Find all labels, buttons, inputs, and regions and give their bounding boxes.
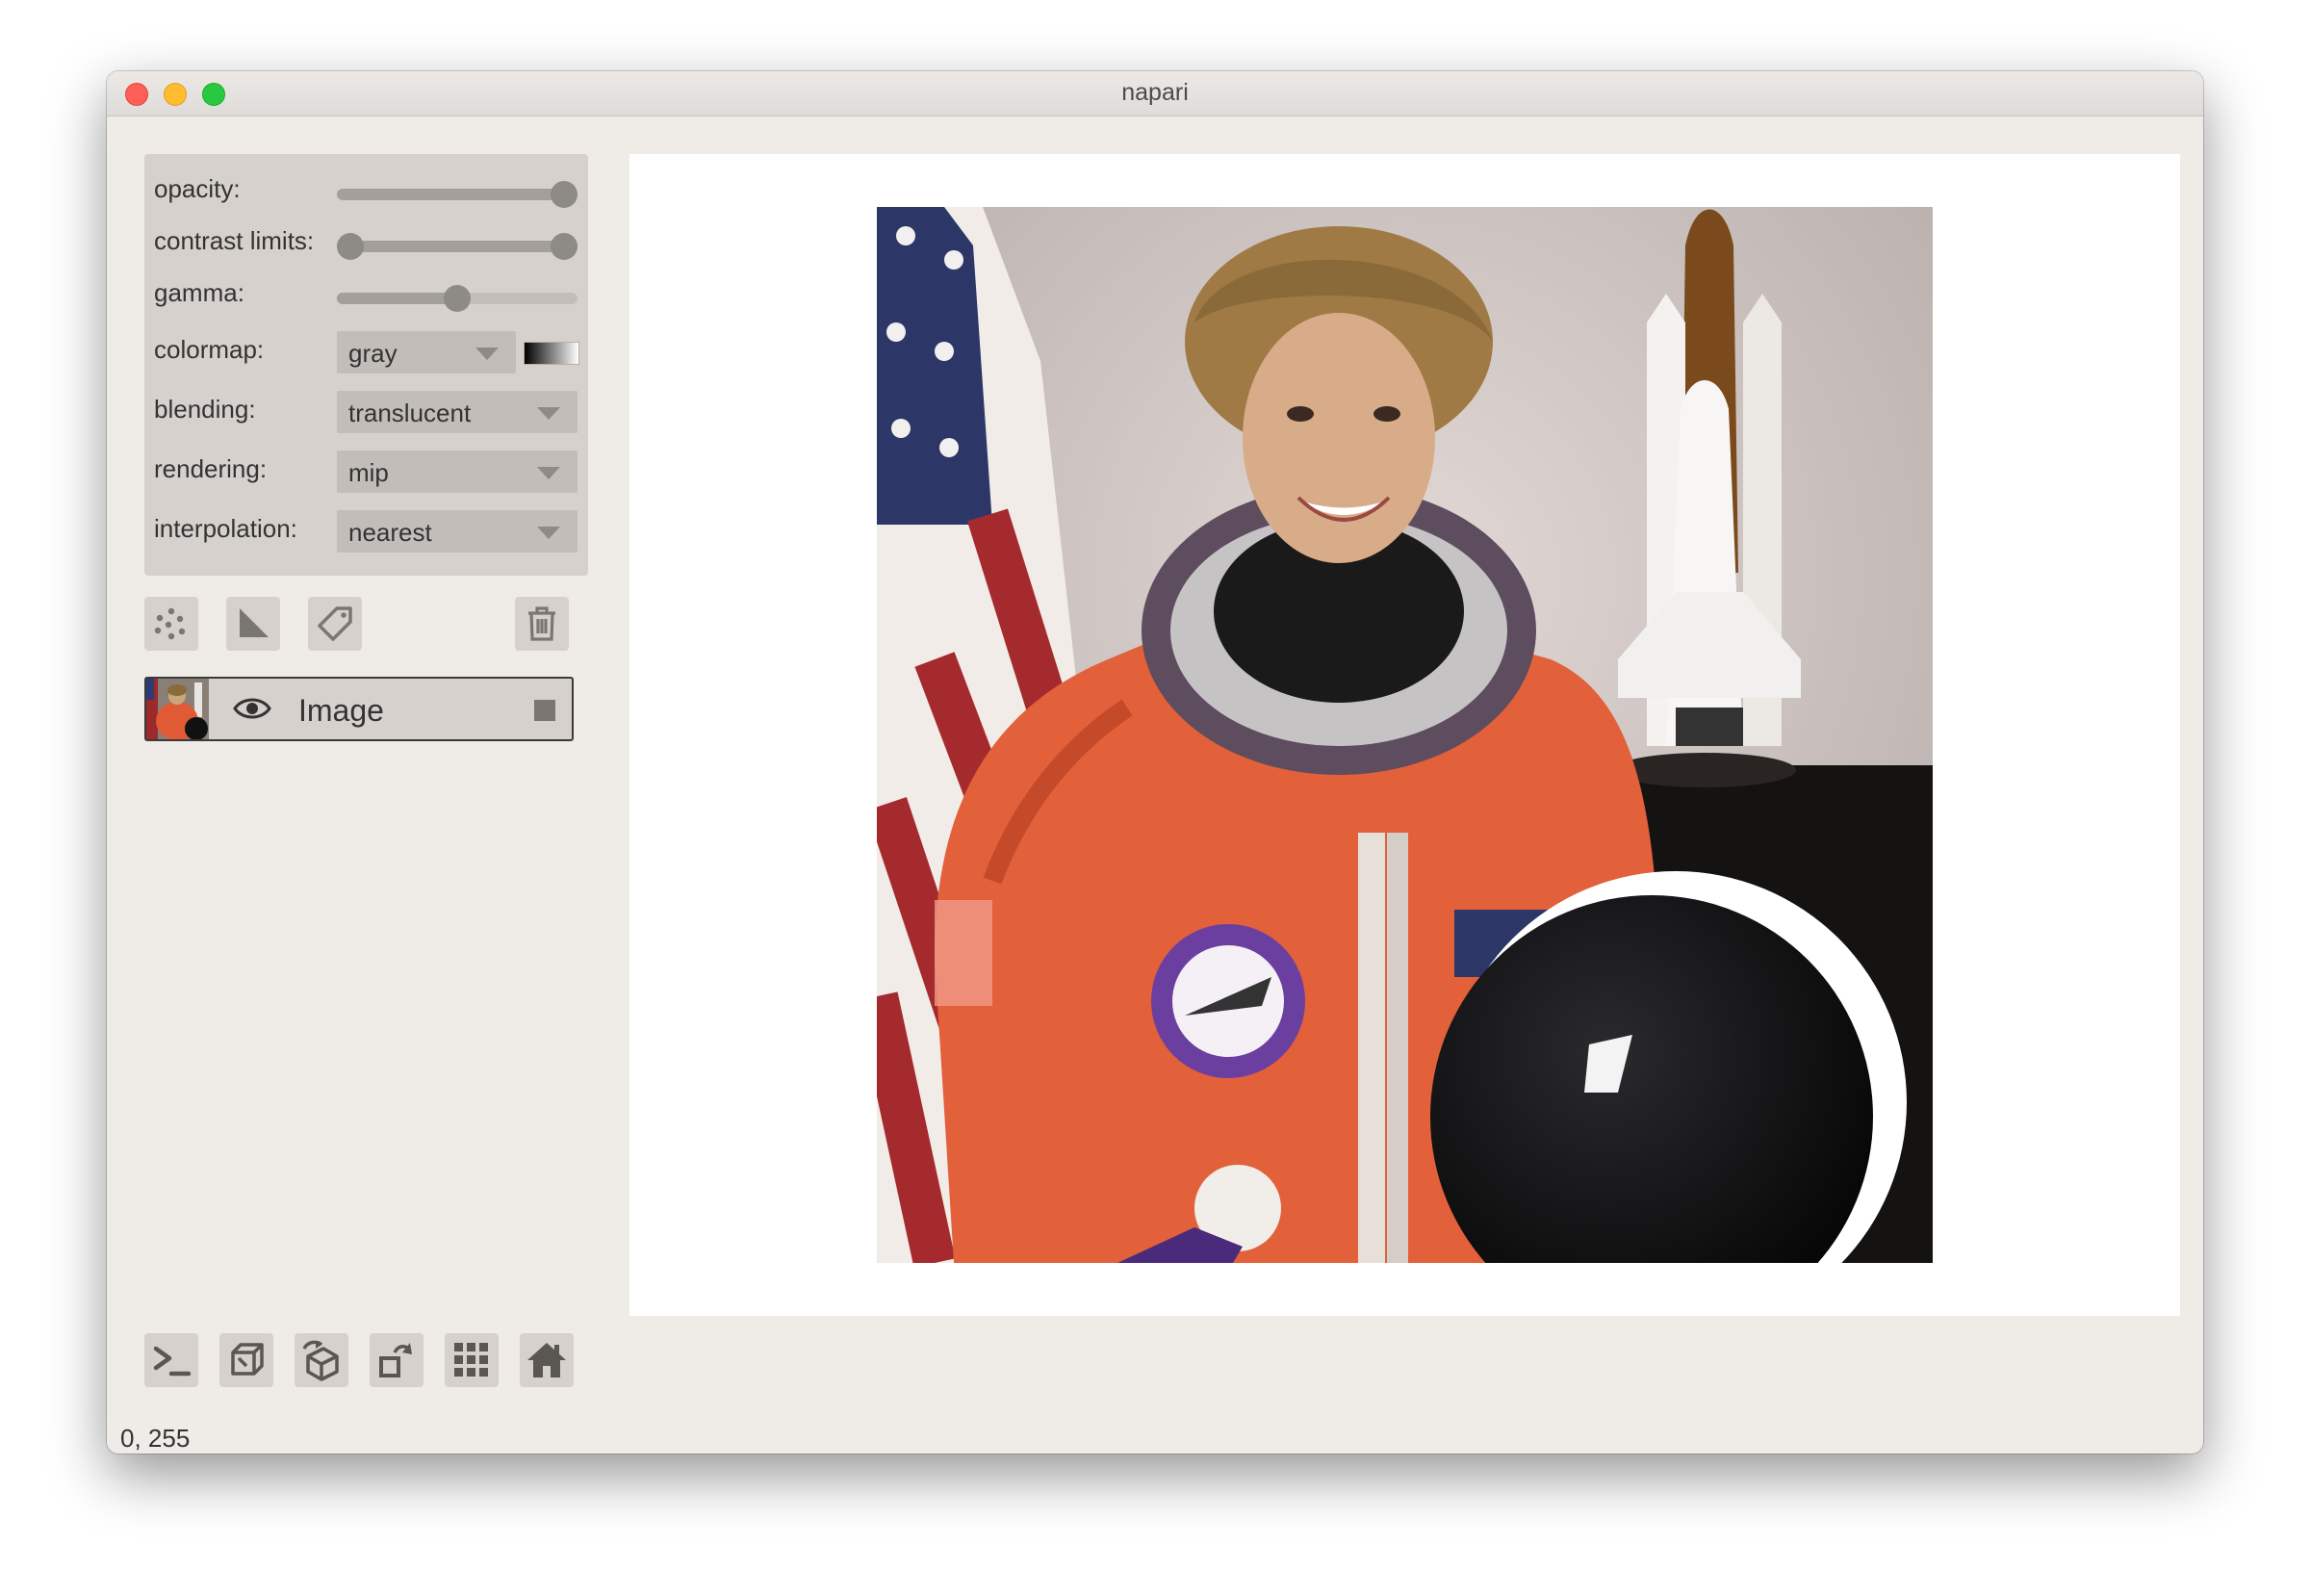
new-shapes-icon: [240, 608, 269, 637]
colormap-value: gray: [348, 339, 398, 368]
rendering-select[interactable]: mip: [337, 450, 578, 493]
gamma-label: gamma:: [154, 278, 244, 307]
home-icon: [527, 1343, 566, 1377]
interpolation-label: interpolation:: [154, 514, 297, 543]
rendering-label: rendering:: [154, 454, 268, 483]
chevron-down-icon: [537, 527, 560, 539]
blending-select[interactable]: translucent: [337, 391, 578, 433]
layer-name[interactable]: Image: [298, 693, 384, 729]
colormap-preview: [524, 342, 579, 365]
contrast-limits-slider[interactable]: [337, 233, 578, 260]
new-labels-button[interactable]: [308, 597, 362, 651]
window-title: napari: [1121, 79, 1189, 106]
gamma-slider-fill: [337, 293, 457, 304]
ndisplay-3d-icon: [231, 1343, 264, 1376]
blending-value: translucent: [348, 399, 472, 427]
interpolation-value: nearest: [348, 518, 432, 547]
opacity-slider[interactable]: [337, 181, 578, 208]
toggle-ndisplay-button[interactable]: [219, 1333, 273, 1387]
grid-view-icon: [454, 1343, 488, 1377]
layer-list-item[interactable]: Image: [144, 677, 574, 741]
delete-layer-button[interactable]: [515, 597, 569, 651]
trash-icon: [528, 606, 555, 641]
contrast-limits-max-handle[interactable]: [551, 233, 578, 260]
console-icon: [153, 1346, 192, 1377]
transpose-dims-button[interactable]: [370, 1333, 424, 1387]
layer-type-square-icon: [534, 700, 555, 721]
blending-label: blending:: [154, 395, 256, 424]
new-labels-icon: [318, 606, 352, 641]
roll-dims-icon: [302, 1340, 339, 1381]
chevron-down-icon: [475, 348, 499, 360]
eye-icon[interactable]: [233, 694, 271, 723]
napari-window: napari opacity: contrast limits: gamma: …: [107, 71, 2203, 1454]
colormap-label: colormap:: [154, 335, 265, 364]
gamma-slider[interactable]: [337, 285, 578, 312]
contrast-limits-min-handle[interactable]: [337, 233, 364, 260]
chevron-down-icon: [537, 467, 560, 479]
opacity-slider-handle[interactable]: [551, 181, 578, 208]
console-button[interactable]: [144, 1333, 198, 1387]
opacity-label: opacity:: [154, 174, 241, 203]
layer-controls-panel: opacity: contrast limits: gamma: colorma…: [144, 154, 588, 576]
roll-dims-button[interactable]: [295, 1333, 348, 1387]
colormap-select[interactable]: gray: [337, 331, 516, 373]
chevron-down-icon: [537, 407, 560, 420]
status-bar-text: 0, 255: [120, 1424, 191, 1453]
interpolation-select[interactable]: nearest: [337, 510, 578, 553]
title-bar[interactable]: napari: [107, 71, 2203, 116]
new-points-icon: [154, 607, 186, 640]
grid-view-button[interactable]: [445, 1333, 499, 1387]
gamma-slider-handle[interactable]: [444, 285, 471, 312]
layer-thumbnail: [146, 679, 209, 739]
contrast-limits-label: contrast limits:: [154, 226, 315, 255]
new-points-button[interactable]: [144, 597, 198, 651]
home-button[interactable]: [520, 1333, 574, 1387]
viewer-canvas[interactable]: [629, 154, 2180, 1316]
astronaut-image: [877, 207, 1933, 1263]
new-shapes-button[interactable]: [226, 597, 280, 651]
rendering-value: mip: [348, 458, 389, 487]
transpose-dims-icon: [379, 1343, 412, 1377]
